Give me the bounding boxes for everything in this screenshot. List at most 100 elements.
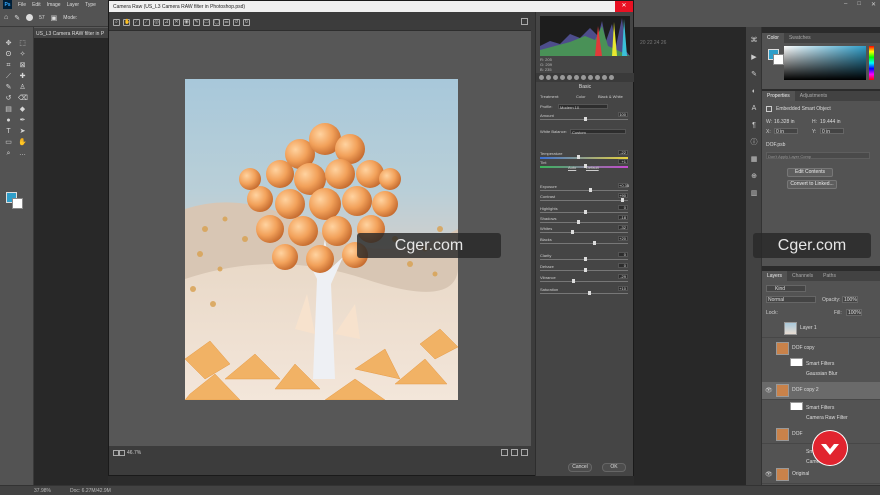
exposure-slider-knob[interactable] (589, 188, 593, 192)
status-zoom[interactable]: 37.98% (34, 488, 51, 494)
rotate-left-icon[interactable]: ↺ (233, 18, 240, 26)
hand-tool-icon[interactable]: ✋ (18, 138, 27, 147)
saturation-slider-knob[interactable] (588, 291, 592, 295)
saturation-value[interactable]: +10 (618, 286, 628, 291)
detail-tab-icon[interactable] (553, 75, 558, 80)
highlights-value[interactable]: 0 (618, 205, 628, 210)
history-brush-icon[interactable]: ↺ (4, 94, 13, 103)
exposure-slider[interactable]: Exposure +0.35 (540, 183, 629, 193)
tab-swatches[interactable]: Swatches (784, 33, 816, 43)
profile-select[interactable]: Modern 10 (558, 104, 608, 110)
vibrance-slider[interactable]: Vibrance -29 (540, 274, 628, 284)
shape-tool-icon[interactable]: ▭ (4, 138, 13, 147)
brush-preset-picker[interactable] (26, 14, 34, 21)
effects-tab-icon[interactable] (588, 75, 593, 80)
height-value[interactable]: 19.444 in (820, 119, 841, 125)
tab-paths[interactable]: Paths (818, 271, 841, 281)
transform-icon[interactable]: ⊿ (163, 18, 170, 26)
type-tool-icon[interactable]: T (4, 127, 13, 136)
tint-value[interactable]: +1 (618, 159, 628, 164)
libraries-panel-icon[interactable]: ▦ (750, 156, 758, 164)
blacks-slider-knob[interactable] (592, 241, 596, 245)
highlights-slider[interactable]: Highlights 0 (540, 205, 628, 215)
tone-curve-tab-icon[interactable] (546, 75, 551, 80)
visibility-eye-icon[interactable]: 👁 (765, 471, 773, 478)
color-sampler-icon[interactable]: ⟋ (143, 18, 150, 26)
clarity-value[interactable]: 0 (618, 252, 628, 257)
dehaze-slider-knob[interactable] (584, 268, 587, 272)
treatment-bw-radio[interactable]: Black & White (598, 94, 623, 99)
before-after-icon[interactable] (501, 449, 508, 456)
zoom-level[interactable]: 46.7% (127, 450, 141, 456)
minimize-button[interactable]: – (844, 1, 847, 8)
brush-settings-icon[interactable]: ▣ (51, 14, 58, 22)
quick-select-icon[interactable]: ✧ (18, 50, 27, 59)
layer-comp-select[interactable]: Don't Apply Layer Comp (766, 152, 870, 159)
close-button[interactable]: ✕ (871, 1, 876, 8)
brush-icon[interactable]: ✎ (4, 83, 13, 92)
stamp-icon[interactable]: ♙ (18, 83, 27, 92)
blacks-value[interactable]: +20 (618, 236, 628, 241)
white-balance-select[interactable]: Custom (570, 129, 626, 135)
healing-brush-icon[interactable]: ✚ (18, 72, 27, 81)
width-value[interactable]: 16.328 in (774, 119, 795, 125)
menu-file[interactable]: File (18, 2, 26, 8)
swatches-panel-icon[interactable]: ▥ (750, 190, 758, 198)
saturation-slider[interactable]: Saturation +10 (540, 286, 628, 296)
basic-tab-icon[interactable] (539, 75, 544, 80)
layer-row-selected[interactable]: 👁 DOF copy 2 (762, 382, 880, 400)
calibration-tab-icon[interactable] (595, 75, 600, 80)
blur-icon[interactable]: ◆ (18, 105, 27, 114)
contrast-slider[interactable]: Contrast +90 (540, 193, 628, 203)
temperature-value[interactable]: -22 (618, 150, 628, 155)
snapshots-tab-icon[interactable] (609, 75, 614, 80)
ok-button[interactable]: OK (602, 463, 626, 472)
whites-slider[interactable]: Whites -32 (540, 225, 628, 235)
dehaze-value[interactable]: 0 (618, 263, 628, 268)
temperature-slider[interactable]: Temperature -22 (540, 150, 628, 160)
clarity-slider[interactable]: Clarity 0 (540, 252, 628, 262)
treatment-color-radio[interactable]: Color (576, 94, 586, 99)
fill-input[interactable]: 100% (846, 309, 862, 316)
vibrance-slider-knob[interactable] (571, 279, 575, 283)
character-panel-icon[interactable]: A (750, 105, 758, 113)
tab-color[interactable]: Color (762, 33, 784, 43)
clarity-slider-knob[interactable] (584, 257, 587, 261)
amount-value[interactable]: 100 (618, 112, 628, 117)
info-panel-icon[interactable]: ⓘ (750, 139, 758, 147)
eyedropper-icon[interactable]: ⟋ (4, 72, 13, 81)
tab-layers[interactable]: Layers (762, 271, 788, 281)
menu-layer[interactable]: Layer (67, 2, 80, 8)
document-tab[interactable]: US_L3 Camera RAW filter in P (34, 27, 108, 38)
transform-tab-icon[interactable] (581, 75, 586, 80)
lasso-tool-icon[interactable]: ʘ (4, 50, 13, 59)
targeted-adjustment-icon[interactable]: ◎ (153, 18, 160, 26)
opacity-input[interactable]: 100% (842, 296, 858, 303)
more-tools-icon[interactable]: … (18, 149, 27, 158)
shadows-slider-knob[interactable] (576, 220, 580, 224)
adjustment-brush-icon[interactable]: ✎ (193, 18, 200, 26)
highlights-slider-knob[interactable] (584, 210, 587, 214)
edit-contents-button[interactable]: Edit Contents (787, 168, 833, 177)
contrast-slider-knob[interactable] (620, 198, 624, 202)
visibility-eye-icon[interactable]: 👁 (765, 387, 773, 394)
tab-channels[interactable]: Channels (787, 271, 818, 281)
brush-settings-panel-icon[interactable]: ✎ (750, 71, 758, 79)
paragraph-panel-icon[interactable]: ¶ (750, 122, 758, 130)
layer-row[interactable]: 👁 Original (762, 466, 880, 484)
rotate-right-icon[interactable]: ↻ (243, 18, 250, 26)
dodge-icon[interactable]: ● (4, 116, 13, 125)
background-color-swatch[interactable] (12, 198, 23, 209)
blacks-slider[interactable]: Blacks +20 (540, 236, 628, 246)
temperature-slider-knob[interactable] (576, 155, 580, 159)
swap-view-icon[interactable] (511, 449, 518, 456)
fullscreen-icon[interactable] (521, 18, 528, 25)
red-eye-icon[interactable]: ◉ (183, 18, 190, 26)
glyphs-panel-icon[interactable]: ⊕ (750, 173, 758, 181)
zoom-icon[interactable]: ⌕ (113, 18, 120, 26)
vibrance-value[interactable]: -29 (618, 274, 628, 279)
convert-to-linked-button[interactable]: Convert to Linked... (787, 180, 837, 189)
x-input[interactable]: 0 in (774, 128, 798, 135)
menu-image[interactable]: Image (47, 2, 61, 8)
hsl-tab-icon[interactable] (560, 75, 565, 80)
